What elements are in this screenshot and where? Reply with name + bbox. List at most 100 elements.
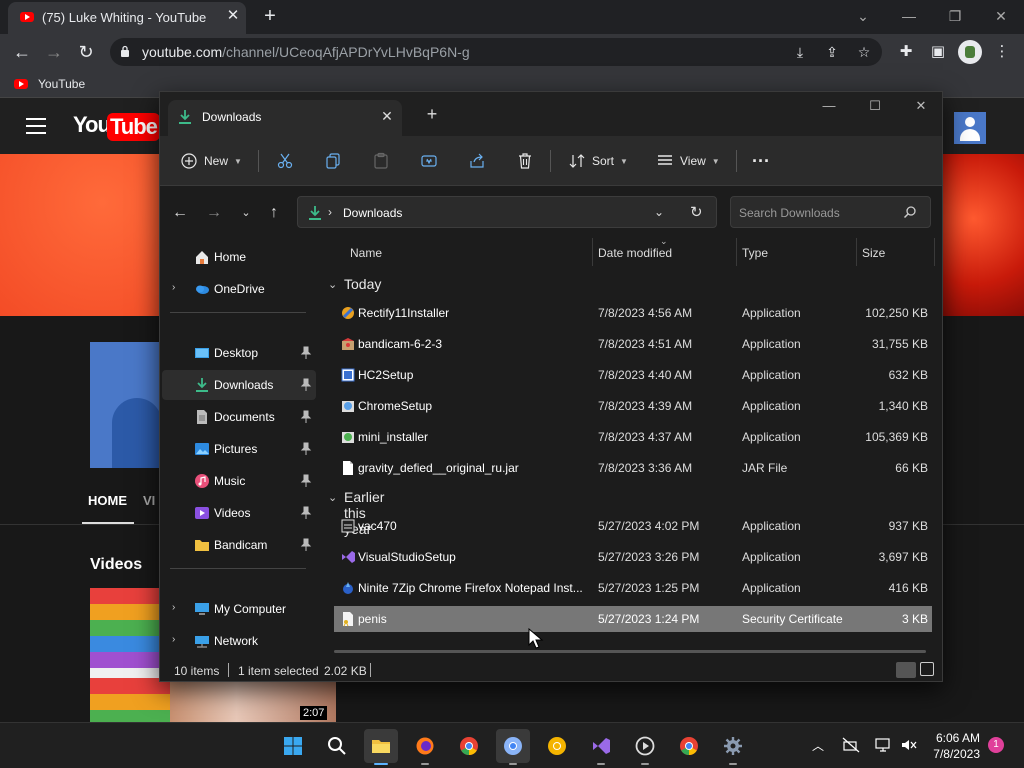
videos-section-heading[interactable]: Videos — [90, 556, 142, 574]
youtube-logo-badge[interactable]: Tube — [107, 113, 160, 141]
new-tab-button[interactable]: + — [258, 4, 282, 28]
channel-tab-videos[interactable]: VI — [143, 493, 155, 508]
file-row[interactable]: HC2Setup 7/8/2023 4:40 AM Application 63… — [334, 362, 932, 388]
nav-item-bandicam[interactable]: Bandicam — [162, 530, 316, 560]
search-box[interactable] — [730, 196, 931, 228]
chevron-down-icon[interactable]: ⌄ — [328, 278, 337, 291]
column-header-type[interactable]: Type — [742, 246, 768, 260]
lock-icon[interactable] — [120, 45, 130, 57]
volume-muted-icon[interactable] — [900, 736, 918, 754]
bookmark-youtube[interactable]: YouTube — [38, 77, 85, 91]
pin-icon[interactable] — [300, 538, 312, 552]
new-button[interactable]: New ▼ — [180, 148, 242, 174]
pin-icon[interactable] — [300, 506, 312, 520]
close-tab-icon[interactable]: ✕ — [378, 107, 396, 125]
channel-avatar[interactable] — [90, 342, 162, 468]
start-button[interactable] — [276, 729, 310, 763]
bookmark-star-icon[interactable]: ☆ — [854, 42, 874, 62]
chevron-right-icon[interactable]: › — [172, 282, 175, 293]
up-button[interactable]: ↑ — [262, 202, 286, 224]
paste-button[interactable] — [372, 148, 390, 174]
chrome-menu-icon[interactable]: ⋮ — [990, 40, 1014, 64]
search-input[interactable] — [739, 205, 899, 221]
pin-icon[interactable] — [300, 410, 312, 424]
nav-item-home[interactable]: Home — [162, 242, 316, 272]
reload-button[interactable]: ↻ — [74, 40, 98, 64]
extensions-icon[interactable]: ✚ — [894, 40, 918, 64]
column-separator[interactable] — [592, 238, 593, 266]
share-button[interactable] — [468, 148, 486, 174]
breadcrumb-separator-icon[interactable]: › — [328, 205, 332, 219]
profile-avatar[interactable] — [958, 40, 982, 64]
clock-date[interactable]: 7/8/2023 — [926, 747, 980, 761]
install-app-icon[interactable]: ⤓ — [790, 42, 810, 62]
hamburger-menu-icon[interactable] — [26, 118, 46, 134]
taskbar-search-button[interactable] — [320, 729, 354, 763]
address-history-chevron-icon[interactable]: ⌄ — [654, 205, 664, 219]
clock-time[interactable]: 6:06 AM — [934, 731, 980, 745]
taskbar-media-player[interactable] — [628, 729, 662, 765]
file-row[interactable]: VisualStudioSetup 5/27/2023 3:26 PM Appl… — [334, 544, 932, 570]
share-icon[interactable]: ⇪ — [822, 42, 842, 62]
nav-item-documents[interactable]: Documents — [162, 402, 316, 432]
delete-button[interactable] — [516, 148, 534, 174]
nav-item-music[interactable]: Music — [162, 466, 316, 496]
copy-button[interactable] — [324, 148, 342, 174]
more-options-button[interactable]: ··· — [752, 148, 770, 174]
minimize-window-button[interactable]: — — [894, 4, 924, 28]
minimize-window-button[interactable]: — — [814, 96, 844, 116]
show-hidden-icons-chevron-icon[interactable]: ︿ — [812, 737, 824, 754]
file-row[interactable]: vac470 5/27/2023 4:02 PM Application 937… — [334, 513, 932, 539]
taskbar-chrome[interactable] — [452, 729, 486, 763]
nav-item-videos[interactable]: Videos — [162, 498, 316, 528]
nav-item-desktop[interactable]: Desktop — [162, 338, 316, 368]
rename-button[interactable] — [420, 148, 438, 174]
column-header-size[interactable]: Size — [862, 246, 885, 260]
video-thumbnail[interactable] — [90, 588, 170, 722]
network-disconnected-icon[interactable] — [842, 736, 860, 754]
pin-icon[interactable] — [300, 378, 312, 392]
column-header-date[interactable]: Date modified — [598, 246, 672, 260]
side-panel-icon[interactable]: ▣ — [926, 40, 950, 64]
nav-item-pictures[interactable]: Pictures — [162, 434, 316, 464]
file-row[interactable]: Rectify11Installer 7/8/2023 4:56 AM Appl… — [334, 300, 932, 326]
tiles-view-icon[interactable] — [920, 662, 934, 676]
address-bar[interactable]: youtube.com/channel/UCeoqAfjAPDrYvLHvBqP… — [110, 38, 882, 66]
file-row[interactable]: mini_installer 7/8/2023 4:37 AM Applicat… — [334, 424, 932, 450]
back-button[interactable]: ← — [168, 202, 192, 224]
details-view-icon[interactable] — [896, 662, 916, 678]
restore-window-button[interactable]: ❐ — [940, 4, 970, 28]
chevron-right-icon[interactable]: › — [172, 634, 175, 645]
file-row-selected[interactable]: penis 5/27/2023 1:24 PM Security Certifi… — [334, 606, 932, 632]
close-window-button[interactable]: ✕ — [986, 4, 1016, 28]
pin-icon[interactable] — [300, 474, 312, 488]
new-tab-button[interactable]: + — [422, 104, 442, 124]
column-separator[interactable] — [934, 238, 935, 266]
nav-item-my-computer[interactable]: › My Computer — [162, 594, 316, 624]
chevron-down-icon[interactable]: ⌄ — [328, 491, 337, 504]
horizontal-scrollbar[interactable] — [334, 650, 926, 653]
file-row[interactable]: Ninite 7Zip Chrome Firefox Notepad Inst.… — [334, 575, 932, 601]
column-separator[interactable] — [736, 238, 737, 266]
youtube-logo-text[interactable]: You — [73, 112, 111, 138]
chevron-right-icon[interactable]: › — [172, 602, 175, 613]
taskbar-settings[interactable] — [716, 729, 750, 765]
file-row[interactable]: gravity_defied__original_ru.jar 7/8/2023… — [334, 455, 932, 481]
column-header-name[interactable]: Name — [350, 246, 382, 260]
pin-icon[interactable] — [300, 346, 312, 360]
recent-locations-chevron-icon[interactable]: ⌄ — [234, 202, 258, 224]
nav-item-network[interactable]: › Network — [162, 626, 316, 656]
network-monitor-icon[interactable] — [874, 736, 892, 754]
explorer-tab-downloads[interactable]: Downloads ✕ — [168, 100, 402, 136]
search-icon[interactable] — [903, 205, 917, 219]
taskbar-firefox[interactable] — [408, 729, 442, 765]
cut-button[interactable] — [276, 148, 294, 174]
breadcrumb-downloads[interactable]: Downloads — [343, 206, 402, 220]
notification-badge[interactable]: 1 — [988, 737, 1004, 753]
forward-button[interactable]: → — [42, 40, 66, 64]
close-window-button[interactable]: ✕ — [906, 96, 936, 116]
forward-button[interactable]: → — [202, 202, 226, 224]
nav-item-downloads[interactable]: Downloads — [162, 370, 316, 400]
tab-search-chevron-icon[interactable]: ⌄ — [848, 4, 878, 28]
close-tab-icon[interactable]: ✕ — [224, 7, 242, 25]
